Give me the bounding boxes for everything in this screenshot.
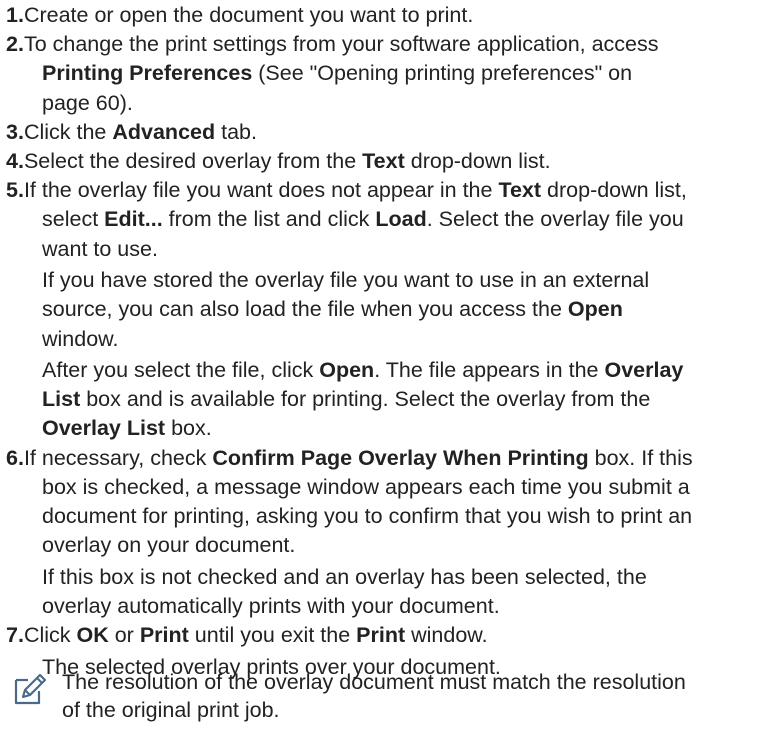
step-detail-line: source, you can also load the file when … [42,295,623,323]
step-line: 1.Create or open the document you want t… [6,1,768,29]
text-run: box. If this [588,445,693,470]
step-number: 1. [6,3,24,27]
text-run: . The file appears in the [374,358,605,383]
note-line: of the original print job. [62,698,280,722]
ui-term: Advanced [112,119,216,144]
step-detail-line: window. [42,325,119,353]
step-detail-line: Overlay List box. [42,414,212,442]
step-detail-line: List box and is available for printing. … [42,385,650,413]
text-run: window. [405,623,488,648]
ui-term: Confirm Page Overlay When Printing [212,445,589,470]
ui-term: OK [76,623,109,648]
text-run: overlay automatically prints with your d… [42,594,500,618]
text-run: page 60). [42,90,133,115]
text-run: drop-down list. [404,149,551,173]
text-run: If the overlay file you want does not ap… [23,178,499,203]
text-run: select [42,207,105,232]
step-continuation-line: box is checked, a message window appears… [42,473,690,501]
step-detail-line: After you select the file, click Open. T… [42,356,683,384]
step-detail-line: overlay automatically prints with your d… [42,592,500,620]
step-continuation-line: want to use. [42,235,158,263]
step-continuation-line: page 60). [42,89,133,117]
ui-term: Open [319,358,375,383]
manual-page: 1.Create or open the document you want t… [0,0,773,739]
step-detail-line: If this box is not checked and an overla… [42,563,647,591]
ui-term: Text [498,178,542,203]
text-run: If you have stored the overlay file you … [42,268,650,293]
text-run: Click [23,623,77,648]
step-number: 4. [6,149,24,173]
ui-term: Overlay List [42,416,166,441]
ui-term: List [42,387,81,412]
text-run: from the list and click [162,207,376,232]
note-text: The resolution of the overlay document m… [62,668,686,724]
text-run: Create or open the document you want to … [23,3,474,27]
text-run: To change the print settings from your s… [23,32,659,57]
ui-term: Open [567,297,623,322]
text-run: until you exit the [188,623,357,648]
text-run: overlay on your document. [42,533,296,558]
text-run: or [108,623,140,648]
step-line: 3.Click the Advanced tab. [6,118,768,146]
text-run: box and is available for printing. Selec… [80,387,651,412]
ui-term: Overlay [604,358,684,383]
step-number: 3. [6,119,24,144]
step-number: 2. [6,32,24,57]
text-run: After you select the file, click [42,358,320,383]
ui-term: Edit... [104,207,163,232]
step-line: 7.Click OK or Print until you exit the P… [6,621,768,649]
step-number: 5. [6,178,24,203]
ui-term: Text [362,149,405,173]
text-run: box is checked, a message window appears… [42,474,690,499]
text-run: box. [165,416,212,441]
text-run: (See "Opening printing preferences" on [252,61,633,86]
step-continuation-line: overlay on your document. [42,531,295,559]
ui-term: Print [139,623,189,648]
text-run: . Select the overlay file you [426,207,684,232]
text-run: drop-down list, [541,178,687,203]
text-run: If this box is not checked and an overla… [42,564,647,589]
text-run: window. [42,326,119,351]
step-detail-line: If you have stored the overlay file you … [42,266,649,294]
text-run: tab. [215,119,257,144]
step-continuation-line: select Edit... from the list and click L… [42,205,684,233]
note-line: The resolution of the overlay document m… [62,670,686,694]
step-line: 2.To change the print settings from your… [6,30,768,58]
step-continuation-line: document for printing, asking you to con… [42,502,692,530]
text-run: Select the desired overlay from the [23,149,363,173]
step-continuation-line: Printing Preferences (See "Opening print… [42,59,632,87]
text-run: Click the [23,119,113,144]
ui-term: Printing Preferences [42,61,253,86]
text-run: want to use. [42,236,158,261]
text-run: If necessary, check [23,445,213,470]
step-line: 6.If necessary, check Confirm Page Overl… [6,444,768,472]
step-number: 7. [6,623,24,648]
text-run: source, you can also load the file when … [42,297,568,322]
step-number: 6. [6,445,24,470]
step-line: 5.If the overlay file you want does not … [6,176,768,204]
ui-term: Load [375,207,427,232]
note-pencil-icon [14,673,47,705]
ui-term: Print [356,623,406,648]
step-line: 4.Select the desired overlay from the Te… [6,147,768,175]
text-run: document for printing, asking you to con… [42,504,693,529]
